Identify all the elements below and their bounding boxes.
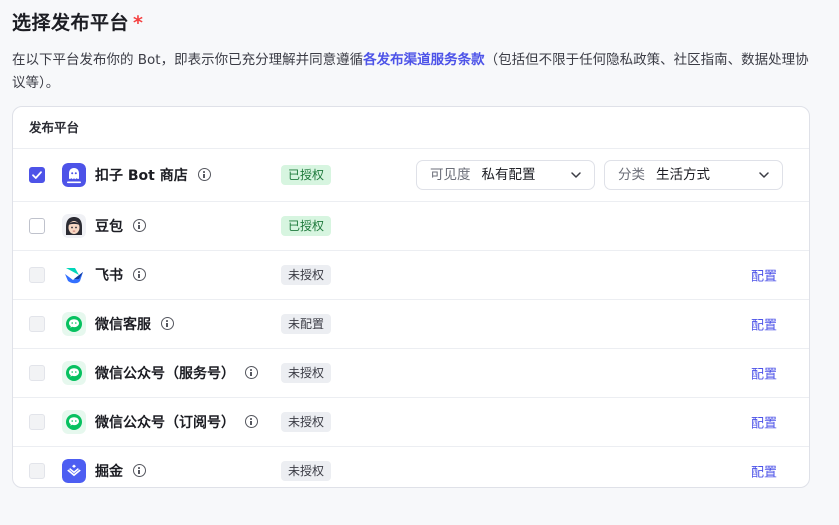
status-badge: 未配置 (281, 314, 332, 334)
chevron-down-icon (571, 172, 581, 178)
info-icon[interactable] (161, 317, 174, 330)
category-label: 分类 (618, 167, 645, 183)
info-icon[interactable] (133, 219, 146, 232)
platform-row-wechat-kf: 微信客服 未配置 配置 (13, 300, 809, 349)
platform-name: 微信客服 (95, 314, 174, 334)
visibility-label: 可见度 (430, 167, 471, 183)
platform-row-wechat-subscription: 微信公众号（订阅号） 未授权 配置 (13, 398, 809, 447)
platform-row-wechat-service: 微信公众号（服务号） 未授权 配置 (13, 349, 809, 398)
configure-link[interactable]: 配置 (751, 315, 777, 334)
platform-name-text: 微信公众号（订阅号） (95, 415, 235, 431)
platform-name-text: 微信公众号（服务号） (95, 366, 235, 382)
status-badge: 未授权 (281, 461, 332, 481)
wechat-icon (62, 410, 86, 434)
doubao-icon (62, 214, 86, 238)
configure-link[interactable]: 配置 (751, 266, 777, 285)
platform-name-text: 掘金 (95, 464, 123, 480)
platform-checkbox[interactable] (29, 316, 45, 332)
check-icon (32, 171, 42, 179)
status-badge: 未授权 (281, 363, 332, 383)
category-select[interactable]: 分类 生活方式 (604, 160, 783, 190)
page-title: 选择发布平台 * (12, 8, 143, 35)
chevron-down-icon (759, 172, 769, 178)
info-icon[interactable] (133, 464, 146, 477)
platform-row-feishu: 飞书 未授权 配置 (13, 251, 809, 300)
platform-name: 飞书 (95, 265, 146, 285)
platform-row-coze-store: 扣子 Bot 商店 已授权 可见度 私有配置 分类 生活方式 (13, 149, 809, 202)
configure-link[interactable]: 配置 (751, 364, 777, 383)
platform-name-text: 飞书 (95, 268, 123, 284)
info-icon[interactable] (133, 268, 146, 281)
platform-row-juejin: 掘金 未授权 配置 (13, 447, 809, 495)
platform-checkbox[interactable] (29, 167, 45, 183)
table-header: 发布平台 (13, 107, 809, 149)
platform-name: 微信公众号（服务号） (95, 363, 258, 383)
wechat-icon (62, 312, 86, 336)
configure-link[interactable]: 配置 (751, 413, 777, 432)
platform-name-text: 豆包 (95, 219, 123, 235)
platform-name: 掘金 (95, 461, 146, 481)
title-text: 选择发布平台 (12, 12, 130, 34)
platform-name-text: 扣子 Bot 商店 (95, 168, 188, 184)
visibility-select[interactable]: 可见度 私有配置 (416, 160, 595, 190)
description-prefix: 在以下平台发布你的 Bot，即表示你已充分理解并同意遵循 (12, 52, 364, 68)
info-icon[interactable] (245, 366, 258, 379)
platform-checkbox[interactable] (29, 463, 45, 479)
required-mark: * (133, 12, 144, 34)
platform-checkbox[interactable] (29, 365, 45, 381)
platform-checkbox[interactable] (29, 267, 45, 283)
platform-name: 微信公众号（订阅号） (95, 412, 258, 432)
visibility-value: 私有配置 (481, 167, 536, 183)
platform-row-doubao: 豆包 已授权 (13, 202, 809, 251)
status-badge: 已授权 (281, 165, 332, 185)
category-value: 生活方式 (656, 167, 710, 183)
platform-name: 豆包 (95, 216, 146, 236)
configure-link[interactable]: 配置 (751, 462, 777, 481)
juejin-icon (62, 459, 86, 483)
coze-bot-store-icon (62, 163, 86, 187)
status-badge: 未授权 (281, 265, 332, 285)
platform-name: 扣子 Bot 商店 (95, 165, 211, 185)
terms-link[interactable]: 各发布渠道服务条款 (363, 52, 485, 68)
platform-name-text: 微信客服 (95, 317, 151, 333)
wechat-icon (62, 361, 86, 385)
info-icon[interactable] (197, 168, 211, 181)
platform-table: 发布平台 扣子 Bot 商店 已授权 可见度 私有配置 分类 生活方式 豆包 已授权 (12, 106, 810, 488)
feishu-icon (62, 263, 86, 287)
status-badge: 已授权 (281, 216, 332, 236)
info-icon[interactable] (245, 415, 258, 428)
platform-checkbox[interactable] (29, 414, 45, 430)
terms-description: 在以下平台发布你的 Bot，即表示你已充分理解并同意遵循各发布渠道服务条款（包括… (12, 49, 812, 95)
platform-checkbox[interactable] (29, 218, 45, 234)
status-badge: 未授权 (281, 412, 332, 432)
